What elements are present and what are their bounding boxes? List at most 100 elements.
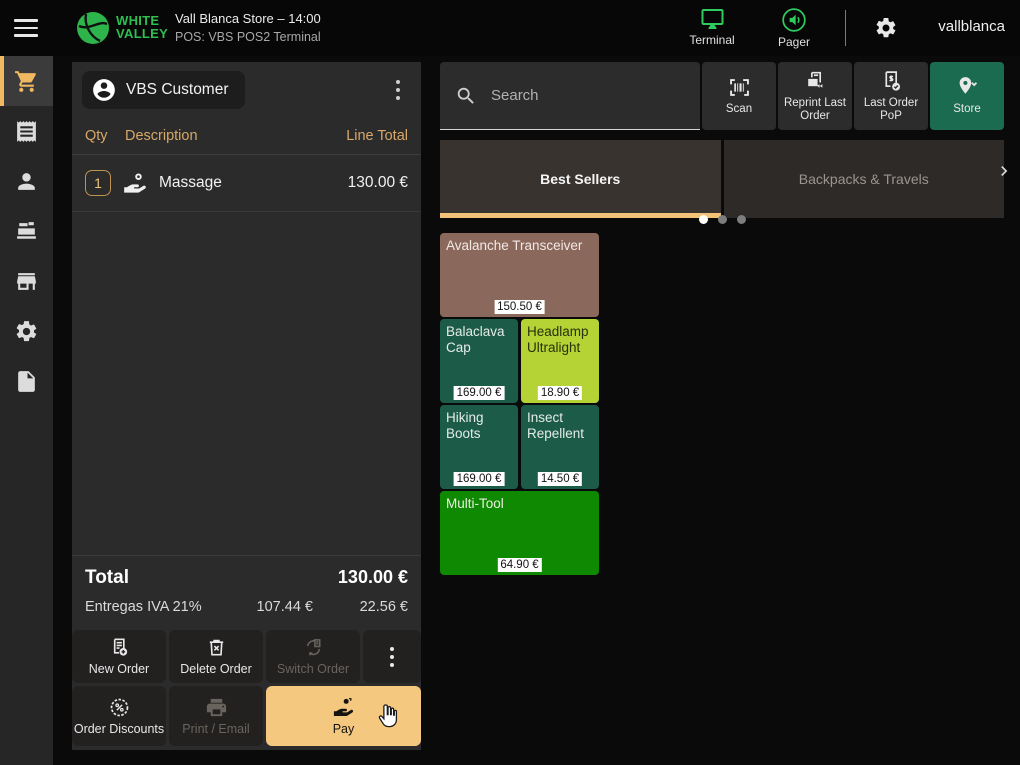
col-line-total: Line Total <box>346 128 408 144</box>
product-tile-insect-repellent[interactable]: Insect Repellent 14.50 € <box>521 405 599 489</box>
product-price: 64.90 € <box>497 558 541 572</box>
reprint-label: Reprint Last Order <box>780 97 850 123</box>
barcode-icon <box>727 75 752 100</box>
gear-icon <box>14 319 39 344</box>
product-tile-balaclava-cap[interactable]: Balaclava Cap 169.00 € <box>440 319 518 403</box>
tab-backpacks-travels[interactable]: Backpacks & Travels <box>724 140 1005 218</box>
product-name: Avalanche Transceiver <box>446 238 582 253</box>
store-label: Store <box>953 103 981 116</box>
hamburger-menu-icon[interactable] <box>14 19 38 37</box>
product-price: 169.00 € <box>454 472 505 486</box>
switch-order-icon <box>302 636 325 659</box>
product-tile-avalanche-transceiver[interactable]: Avalanche Transceiver 150.50 € <box>440 233 599 317</box>
order-column-headers: Qty Description Line Total <box>72 117 421 155</box>
sidebar-item-store[interactable] <box>0 256 53 306</box>
store-info: Vall Blanca Store – 14:00 POS: VBS POS2 … <box>175 11 321 44</box>
product-price: 150.50 € <box>494 300 545 314</box>
delete-order-button[interactable]: Delete Order <box>169 630 263 683</box>
pos-app: WHITE VALLEY Vall Blanca Store – 14:00 P… <box>0 0 1020 765</box>
terminal-monitor-icon <box>699 7 726 31</box>
terminal-button[interactable]: Terminal <box>680 7 744 47</box>
product-name: Insect Repellent <box>527 410 584 441</box>
customer-selector[interactable]: VBS Customer <box>82 71 245 109</box>
new-order-icon <box>108 636 131 659</box>
product-tile-multi-tool[interactable]: Multi-Tool 64.90 € <box>440 491 599 575</box>
product-price: 14.50 € <box>538 472 582 486</box>
customer-name: VBS Customer <box>126 81 229 99</box>
store-selector-button[interactable]: Store <box>930 62 1004 130</box>
carousel-dot-1[interactable] <box>699 215 708 224</box>
tab-best-sellers[interactable]: Best Sellers <box>440 140 721 218</box>
sidebar-item-orders[interactable] <box>0 106 53 156</box>
carousel-dot-2[interactable] <box>718 215 727 224</box>
tax-label: Entregas IVA 21% <box>85 599 203 615</box>
service-icon <box>122 170 148 196</box>
top-bar: WHITE VALLEY Vall Blanca Store – 14:00 P… <box>0 0 1020 56</box>
product-name: Multi-Tool <box>446 496 504 511</box>
pager-button[interactable]: Pager <box>762 7 826 49</box>
reprint-icon <box>803 69 828 94</box>
product-name: Balaclava Cap <box>446 324 505 355</box>
switch-order-button: Switch Order <box>266 630 360 683</box>
chevron-right-icon[interactable] <box>994 161 1014 181</box>
sidebar <box>0 56 53 765</box>
order-line-list <box>72 212 421 555</box>
carousel-dot-3[interactable] <box>737 215 746 224</box>
settings-gear-icon[interactable] <box>874 16 898 40</box>
total-label: Total <box>85 567 338 589</box>
scan-label: Scan <box>726 103 752 116</box>
line-total: 130.00 € <box>348 174 408 192</box>
location-pin-icon <box>955 75 980 100</box>
product-tile-headlamp-ultralight[interactable]: Headlamp Ultralight 18.90 € <box>521 319 599 403</box>
sidebar-item-settings[interactable] <box>0 306 53 356</box>
order-actions: New Order Delete Order Switch Order <box>72 624 421 750</box>
username[interactable]: vallblanca <box>938 18 1005 35</box>
document-icon <box>14 369 39 394</box>
person-icon <box>14 169 39 194</box>
print-email-button: Print / Email <box>169 686 263 746</box>
sidebar-item-sales[interactable] <box>0 56 53 106</box>
product-tile-hiking-boots[interactable]: Hiking Boots 169.00 € <box>440 405 518 489</box>
category-tabs: Best Sellers Backpacks & Travels <box>440 140 1004 218</box>
store-name-time: Vall Blanca Store – 14:00 <box>175 11 321 26</box>
order-more-button[interactable] <box>385 77 411 103</box>
cash-register-icon <box>14 219 39 244</box>
catalog-toolbar: Scan Reprint Last Order Last Order PoP <box>440 62 1004 130</box>
topbar-divider <box>845 10 846 46</box>
tax-amount: 22.56 € <box>313 599 408 615</box>
order-totals: Total 130.00 € Entregas IVA 21% 107.44 €… <box>72 555 421 624</box>
kebab-icon <box>396 80 400 100</box>
search-field[interactable] <box>440 62 700 130</box>
pay-hand-coin-icon <box>332 696 355 719</box>
scan-button[interactable]: Scan <box>702 62 776 130</box>
more-actions-button[interactable] <box>363 630 421 683</box>
sidebar-item-documents[interactable] <box>0 356 53 406</box>
printer-icon <box>205 696 228 719</box>
brand-logo-text: WHITE VALLEY <box>116 14 168 40</box>
order-discounts-button[interactable]: Order Discounts <box>72 686 166 746</box>
pager-label: Pager <box>778 35 810 49</box>
brand-logo-icon <box>76 11 110 45</box>
order-line-massage[interactable]: 1 Massage 130.00 € <box>72 155 421 212</box>
carousel-dots <box>440 215 1004 224</box>
line-qty-badge: 1 <box>85 170 111 196</box>
order-header: VBS Customer <box>72 62 421 117</box>
last-order-pop-button[interactable]: Last Order PoP <box>854 62 928 130</box>
product-name: Hiking Boots <box>446 410 484 441</box>
product-grid: Avalanche Transceiver 150.50 € Balaclava… <box>440 233 599 575</box>
search-icon <box>455 85 477 107</box>
new-order-button[interactable]: New Order <box>72 630 166 683</box>
search-input[interactable] <box>491 87 690 104</box>
pager-icon <box>781 7 807 33</box>
customer-avatar-icon <box>91 77 117 103</box>
col-description: Description <box>125 128 346 144</box>
tax-base: 107.44 € <box>203 599 313 615</box>
cart-icon <box>14 69 39 94</box>
line-description: Massage <box>159 174 222 192</box>
pay-button[interactable]: Pay <box>266 686 421 746</box>
sidebar-item-register[interactable] <box>0 206 53 256</box>
sidebar-item-customers[interactable] <box>0 156 53 206</box>
trash-icon <box>205 636 228 659</box>
total-value: 130.00 € <box>338 567 408 588</box>
reprint-last-order-button[interactable]: Reprint Last Order <box>778 62 852 130</box>
